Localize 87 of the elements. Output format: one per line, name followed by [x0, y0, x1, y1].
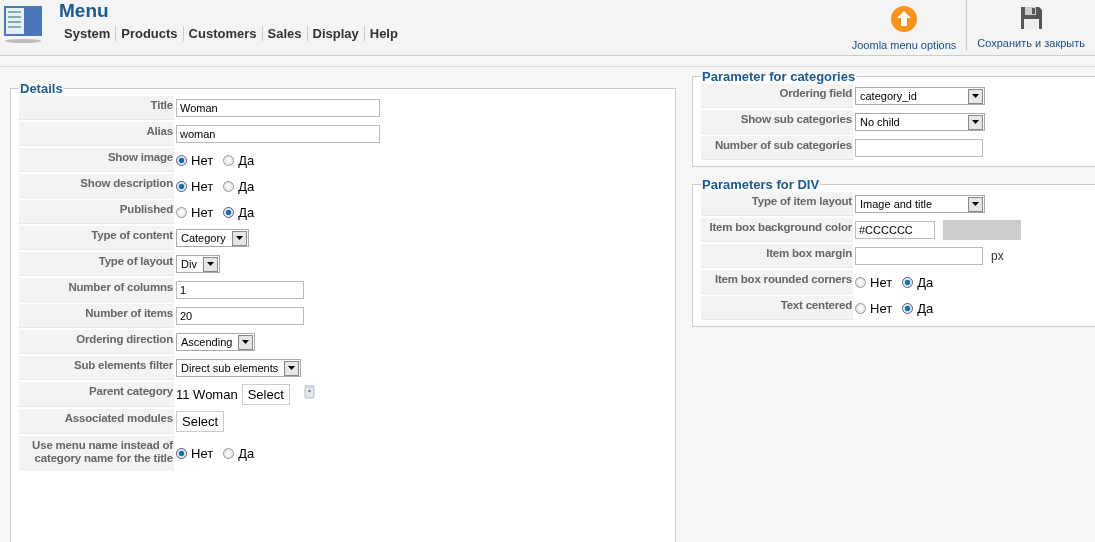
text-field[interactable]	[855, 139, 983, 157]
option-label: Нет	[191, 445, 214, 461]
option-label: Да	[917, 300, 934, 316]
radio-button[interactable]	[223, 447, 235, 459]
caret-icon	[968, 114, 983, 130]
field-label: Item box rounded corners	[701, 270, 853, 294]
option-label: Да	[238, 178, 255, 194]
unit-label: px	[991, 249, 1004, 263]
field-label: Sub elements filter	[19, 356, 174, 380]
field-label: Alias	[19, 122, 174, 146]
field-label: Item box margin	[701, 244, 853, 268]
dropdown[interactable]: category_id	[855, 87, 985, 105]
text-field[interactable]	[855, 247, 983, 265]
menu-item[interactable]: System	[64, 26, 111, 41]
trash-icon[interactable]	[303, 384, 315, 399]
field-label: Use menu name instead of category name for the title	[19, 436, 174, 470]
field-label: Show image	[19, 148, 174, 172]
radio-button[interactable]	[902, 276, 914, 288]
option-label: Да	[917, 274, 934, 290]
section-legend: Parameters for DIV	[701, 177, 821, 192]
field-label: Ordering field	[701, 84, 853, 108]
option-label: Нет	[191, 204, 214, 220]
caret-icon	[968, 196, 983, 212]
caret-icon	[202, 256, 218, 272]
field-label: Parent category	[19, 382, 174, 407]
menu-item[interactable]: Customers	[188, 26, 257, 41]
option-label: Да	[238, 204, 255, 220]
field-label: Item box background color	[701, 218, 853, 242]
dropdown[interactable]: Div	[176, 255, 220, 273]
select-button[interactable]: Select	[241, 384, 290, 405]
toolbar-button[interactable]: Joomla menu options	[841, 0, 967, 55]
radio-button[interactable]	[176, 180, 187, 192]
menu-item[interactable]: Sales	[267, 26, 302, 41]
radio-button[interactable]	[855, 276, 866, 288]
section-legend: Details	[19, 81, 64, 96]
text-field[interactable]: woman	[176, 125, 380, 143]
save-icon	[1019, 5, 1044, 31]
radio-button[interactable]	[176, 206, 187, 218]
menu-manager-icon	[3, 4, 43, 44]
radio-button[interactable]	[223, 154, 235, 166]
field-label: Type of content	[19, 226, 174, 250]
color-field[interactable]: #CCCCCC	[855, 221, 935, 239]
dropdown[interactable]: Image and title	[855, 195, 985, 213]
field-label: Number of items	[19, 304, 174, 328]
option-label: Нет	[870, 274, 893, 290]
option-label: Да	[238, 152, 255, 168]
menu-item[interactable]: Products	[121, 26, 178, 41]
option-label: Да	[238, 445, 255, 461]
field-label: Number of columns	[19, 278, 174, 302]
field-label: Show description	[19, 174, 174, 198]
option-label: Нет	[191, 178, 214, 194]
caret-icon	[968, 88, 983, 104]
radio-button[interactable]	[176, 154, 187, 166]
radio-button[interactable]	[223, 180, 235, 192]
radio-button[interactable]	[902, 302, 914, 314]
menu-item[interactable]: Help	[369, 26, 398, 41]
section-legend: Parameter for categories	[701, 69, 857, 84]
option-label: Нет	[870, 300, 893, 316]
selected-value: 11 Woman	[176, 387, 238, 402]
page-title: Menu	[59, 0, 110, 22]
toolbar-button[interactable]: Сохранить и закрыть	[967, 0, 1095, 55]
caret-icon	[231, 230, 247, 246]
field-label: Ordering direction	[19, 330, 174, 354]
caret-icon	[284, 360, 300, 376]
text-field[interactable]: Woman	[176, 99, 380, 117]
text-field[interactable]: 20	[176, 307, 304, 325]
field-label: Number of sub categories	[701, 136, 853, 160]
dropdown[interactable]: Category	[176, 229, 249, 247]
dropdown[interactable]: Direct sub elements	[176, 359, 302, 377]
field-label: Published	[19, 200, 174, 224]
select-button[interactable]: Select	[176, 411, 225, 432]
field-label: Text centered	[701, 296, 853, 320]
color-swatch[interactable]	[943, 220, 1021, 240]
menu-item[interactable]: Display	[312, 26, 359, 41]
field-label: Associated modules	[19, 409, 174, 434]
field-label: Title	[19, 96, 174, 120]
option-label: Нет	[191, 152, 214, 168]
field-label: Type of layout	[19, 252, 174, 276]
dropdown[interactable]: Ascending	[176, 333, 256, 351]
radio-button[interactable]	[176, 447, 187, 459]
radio-button[interactable]	[855, 302, 866, 314]
text-field[interactable]: 1	[176, 281, 304, 299]
dropdown[interactable]: No child	[855, 113, 985, 131]
field-label: Show sub categories	[701, 110, 853, 134]
field-label: Type of item layout	[701, 192, 853, 216]
caret-icon	[238, 334, 254, 350]
radio-button[interactable]	[223, 206, 235, 218]
